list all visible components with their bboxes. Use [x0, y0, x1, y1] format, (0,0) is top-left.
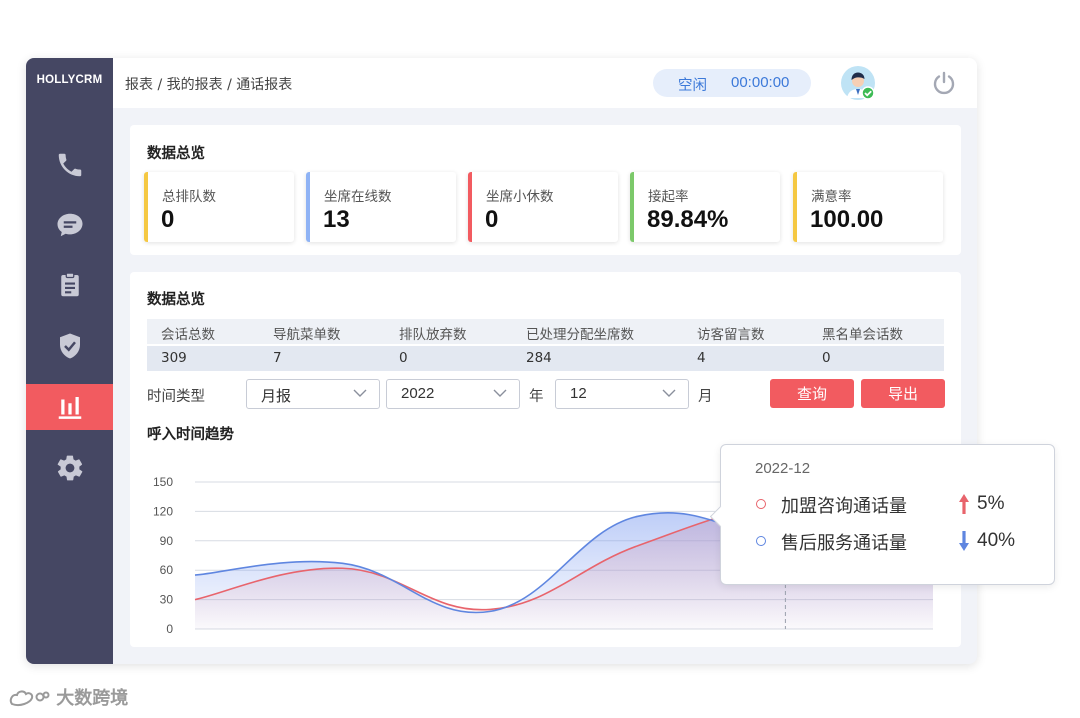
- time-type-value: 月报: [261, 388, 292, 405]
- export-button[interactable]: 导出: [861, 379, 945, 408]
- sidebar-item-tickets[interactable]: [26, 262, 113, 308]
- tooltip-date: 2022-12: [755, 460, 811, 477]
- y-tick-label: 30: [160, 593, 174, 607]
- year-value: 2022: [401, 385, 435, 402]
- column-header: 排队放弃数: [399, 327, 467, 343]
- phone-icon: [58, 153, 81, 177]
- column-header: 访客留言数: [697, 327, 765, 343]
- watermark: 大数跨境: [8, 684, 128, 710]
- watermark-text: 大数跨境: [56, 688, 129, 709]
- top-bar: 报表 / 我的报表 / 通话报表 空闲 00:00:00: [113, 58, 977, 108]
- stat-card-answer-rate: 接起率 89.84%: [630, 172, 780, 242]
- stat-accent: [306, 172, 310, 242]
- chevron-down-icon: [493, 389, 507, 397]
- column-header: 导航菜单数: [273, 327, 341, 343]
- stat-card-queue: 总排队数 0: [144, 172, 294, 242]
- arrow-up-icon: [959, 494, 969, 514]
- stat-value: 0: [161, 206, 175, 233]
- details-title: 数据总览: [147, 292, 205, 308]
- sidebar-item-phone[interactable]: [26, 142, 113, 188]
- y-tick-label: 90: [160, 534, 174, 548]
- y-tick-label: 150: [153, 475, 173, 489]
- tooltip-row: 售后服务通话量 40%: [755, 529, 1045, 554]
- power-icon[interactable]: [931, 70, 957, 96]
- column-header: 已处理分配坐席数: [526, 327, 634, 343]
- month-value: 12: [570, 385, 587, 402]
- table-header: 会话总数 导航菜单数 排队放弃数 已处理分配坐席数 访客留言数 黑名单会话数: [147, 319, 944, 344]
- stat-label: 坐席在线数: [324, 189, 392, 205]
- table-cell: 284: [526, 350, 552, 366]
- stat-value: 89.84%: [647, 206, 729, 233]
- time-type-select[interactable]: 月报: [246, 379, 380, 409]
- overview-card: 数据总览 总排队数 0 坐席在线数 13 坐席小休数 0 接起率 89.84% …: [130, 125, 961, 255]
- sidebar-item-chat[interactable]: [26, 202, 113, 248]
- stat-value: 13: [323, 206, 350, 233]
- stat-value: 0: [485, 206, 499, 233]
- series-name: 加盟咨询通话量: [781, 496, 907, 517]
- stat-label: 总排队数: [162, 189, 216, 205]
- stat-label: 接起率: [648, 189, 689, 205]
- stat-card-satisfaction: 满意率 100.00: [793, 172, 943, 242]
- month-select[interactable]: 12: [555, 379, 689, 409]
- app-logo: HOLLYCRM: [36, 74, 103, 86]
- chevron-down-icon: [662, 389, 676, 397]
- column-header: 会话总数: [161, 327, 215, 343]
- stat-accent: [144, 172, 148, 242]
- series-change: 40%: [977, 530, 1016, 551]
- year-unit-label: 年: [529, 389, 544, 405]
- table-row: 309 7 0 284 4 0: [147, 346, 944, 371]
- stat-card-online: 坐席在线数 13: [306, 172, 456, 242]
- y-tick-label: 120: [153, 504, 173, 518]
- sidebar-item-security[interactable]: [26, 323, 113, 369]
- agent-status-pill[interactable]: 空闲 00:00:00: [653, 69, 811, 97]
- stat-label: 坐席小休数: [486, 189, 554, 205]
- sidebar: HOLLYCRM: [26, 58, 113, 664]
- overview-title: 数据总览: [147, 146, 205, 162]
- shield-check-icon: [59, 333, 80, 359]
- stat-value: 100.00: [810, 206, 884, 233]
- table-cell: 0: [399, 350, 408, 366]
- trend-chart-title: 呼入时间趋势: [147, 427, 234, 443]
- sidebar-item-reports[interactable]: [26, 384, 113, 430]
- user-avatar-icon[interactable]: [841, 66, 875, 100]
- bar-chart-icon: [58, 397, 81, 419]
- table-cell: 7: [273, 350, 282, 366]
- y-tick-label: 0: [166, 622, 173, 636]
- table-cell: 0: [822, 350, 831, 366]
- column-header: 黑名单会话数: [822, 327, 903, 343]
- query-button[interactable]: 查询: [770, 379, 854, 408]
- tooltip-row: 加盟咨询通话量 5%: [755, 492, 1045, 517]
- arrow-down-icon: [959, 531, 969, 551]
- stat-accent: [793, 172, 797, 242]
- stat-accent: [630, 172, 634, 242]
- year-select[interactable]: 2022: [386, 379, 520, 409]
- chat-bubble-icon: [57, 213, 82, 237]
- y-tick-label: 60: [160, 563, 174, 577]
- clipboard-icon: [60, 272, 79, 297]
- series-marker: [756, 536, 766, 546]
- watermark-logo-icon: [9, 690, 50, 707]
- series-marker: [756, 499, 766, 509]
- table-cell: 309: [161, 350, 187, 366]
- agent-status-timer: 00:00:00: [731, 74, 790, 91]
- stat-accent: [468, 172, 472, 242]
- month-unit-label: 月: [698, 389, 713, 405]
- series-change: 5%: [977, 493, 1005, 514]
- gear-icon: [57, 455, 82, 481]
- time-type-label: 时间类型: [147, 389, 205, 405]
- series-name: 售后服务通话量: [781, 533, 907, 554]
- chevron-down-icon: [353, 389, 367, 397]
- agent-status-label: 空闲: [678, 78, 707, 94]
- table-cell: 4: [697, 350, 706, 366]
- sidebar-item-settings[interactable]: [26, 445, 113, 491]
- stat-label: 满意率: [811, 189, 852, 205]
- breadcrumb[interactable]: 报表 / 我的报表 / 通话报表: [125, 74, 292, 94]
- chart-tooltip: 2022-12 加盟咨询通话量 5% 售后服务通话量 40%: [709, 444, 1055, 585]
- stat-card-break: 坐席小休数 0: [468, 172, 618, 242]
